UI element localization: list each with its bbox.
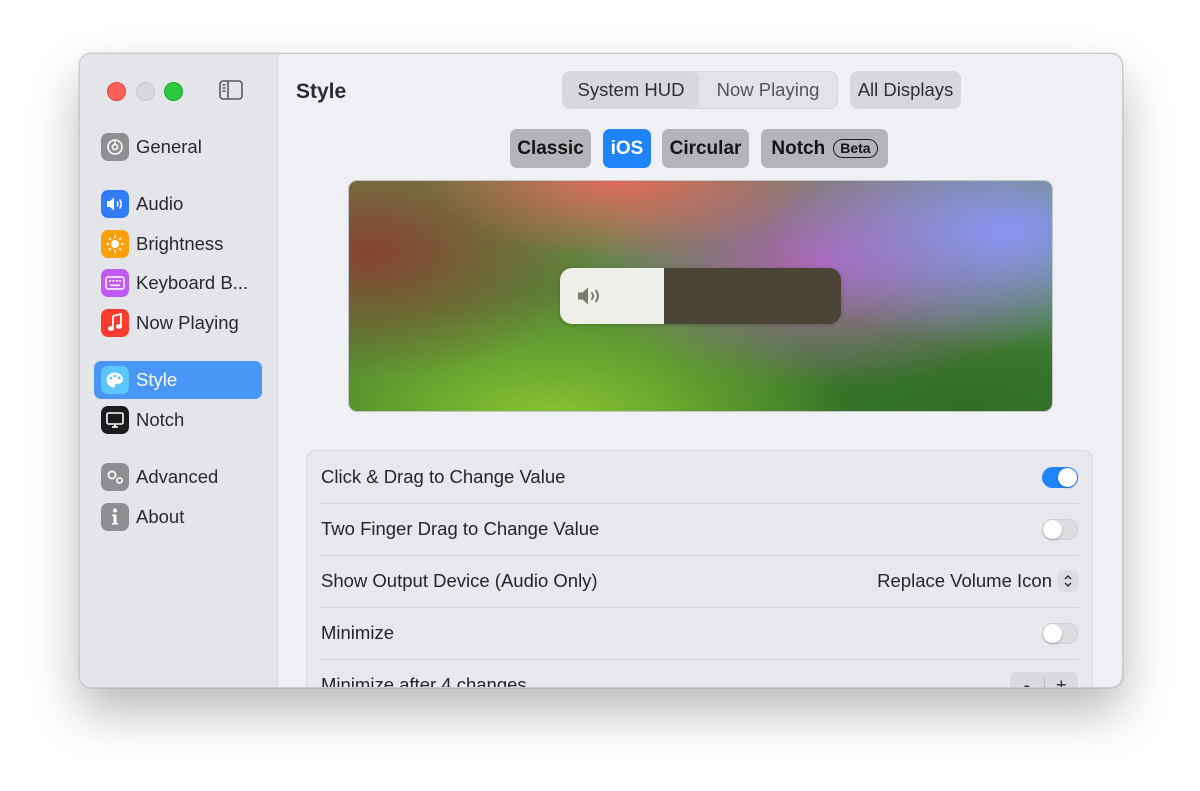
style-notch-button[interactable]: Notch Beta	[761, 129, 888, 168]
info-icon	[101, 503, 129, 531]
close-button[interactable]	[107, 82, 126, 101]
all-displays-button[interactable]: All Displays	[851, 72, 960, 108]
palette-icon	[101, 366, 129, 394]
setting-label: Two Finger Drag to Change Value	[321, 518, 1042, 540]
sidebar-item-brightness[interactable]: Brightness	[94, 225, 262, 263]
sidebar-item-now-playing[interactable]: Now Playing	[94, 304, 262, 342]
list-item: Click & Drag to Change Value	[307, 451, 1092, 503]
sidebar-item-notch[interactable]: Notch	[94, 401, 262, 439]
sun-icon	[101, 230, 129, 258]
sidebar-item-about[interactable]: About	[94, 498, 262, 536]
sidebar-item-label: Keyboard B...	[136, 272, 248, 294]
page-title: Style	[296, 80, 346, 104]
zoom-button[interactable]	[164, 82, 183, 101]
output-device-popup[interactable]: Replace Volume Icon	[877, 570, 1078, 592]
increment-button[interactable]: +	[1045, 675, 1079, 689]
two-finger-drag-toggle[interactable]	[1042, 519, 1078, 540]
style-classic-button[interactable]: Classic	[510, 129, 591, 168]
sidebar-item-label: Advanced	[136, 466, 218, 488]
display-icon	[101, 406, 129, 434]
popup-value: Replace Volume Icon	[877, 570, 1052, 592]
toggle-knob	[1043, 624, 1062, 643]
setting-label: Show Output Device (Audio Only)	[321, 570, 877, 592]
style-circular-button[interactable]: Circular	[662, 129, 749, 168]
sidebar-item-label: Style	[136, 369, 177, 391]
style-ios-button[interactable]: iOS	[603, 129, 651, 168]
keyboard-icon	[101, 269, 129, 297]
sidebar-item-label: General	[136, 136, 202, 158]
click-drag-toggle[interactable]	[1042, 467, 1078, 488]
beta-badge: Beta	[833, 139, 877, 158]
style-preview	[348, 180, 1053, 412]
displays-control: All Displays	[850, 71, 961, 109]
toggle-knob	[1058, 468, 1077, 487]
list-item: Minimize after 4 changes - +	[307, 659, 1092, 688]
minimize-changes-stepper: - +	[1010, 672, 1078, 688]
tab-now-playing[interactable]: Now Playing	[699, 72, 837, 108]
decrement-button[interactable]: -	[1010, 675, 1044, 689]
tab-system-hud[interactable]: System HUD	[563, 72, 699, 108]
sidebar-item-label: Brightness	[136, 233, 223, 255]
sidebar: General Audio Brightness Keyboard B...	[80, 54, 278, 687]
list-item: Two Finger Drag to Change Value	[307, 503, 1092, 555]
sidebar-item-keyboard-brightness[interactable]: Keyboard B...	[94, 264, 262, 302]
hud-type-segmented-control: System HUD Now Playing	[562, 71, 838, 109]
list-item: Minimize	[307, 607, 1092, 659]
music-note-icon	[101, 309, 129, 337]
sidebar-item-label: Now Playing	[136, 312, 239, 334]
sidebar-item-audio[interactable]: Audio	[94, 185, 262, 223]
setting-label: Minimize after 4 changes	[321, 674, 1010, 688]
speaker-volume-icon	[576, 284, 608, 308]
minimize-toggle[interactable]	[1042, 623, 1078, 644]
sidebar-toggle-icon[interactable]	[219, 80, 243, 100]
chevron-up-down-icon	[1058, 570, 1078, 592]
settings-list: Click & Drag to Change Value Two Finger …	[306, 450, 1093, 688]
settings-window: General Audio Brightness Keyboard B...	[79, 53, 1123, 688]
gear-icon	[101, 133, 129, 161]
volume-hud-preview	[560, 268, 841, 324]
style-notch-label: Notch	[771, 138, 825, 160]
minimize-button[interactable]	[136, 82, 155, 101]
gears-icon	[101, 463, 129, 491]
sidebar-item-style[interactable]: Style	[94, 361, 262, 399]
main-panel: Style System HUD Now Playing All Display…	[278, 54, 1122, 687]
toggle-knob	[1043, 520, 1062, 539]
list-item: Show Output Device (Audio Only) Replace …	[307, 555, 1092, 607]
speaker-icon	[101, 190, 129, 218]
sidebar-item-label: Notch	[136, 409, 184, 431]
sidebar-item-label: Audio	[136, 193, 183, 215]
setting-label: Click & Drag to Change Value	[321, 466, 1042, 488]
setting-label: Minimize	[321, 622, 1042, 644]
sidebar-item-advanced[interactable]: Advanced	[94, 458, 262, 496]
sidebar-item-general[interactable]: General	[94, 128, 262, 166]
sidebar-item-label: About	[136, 506, 184, 528]
